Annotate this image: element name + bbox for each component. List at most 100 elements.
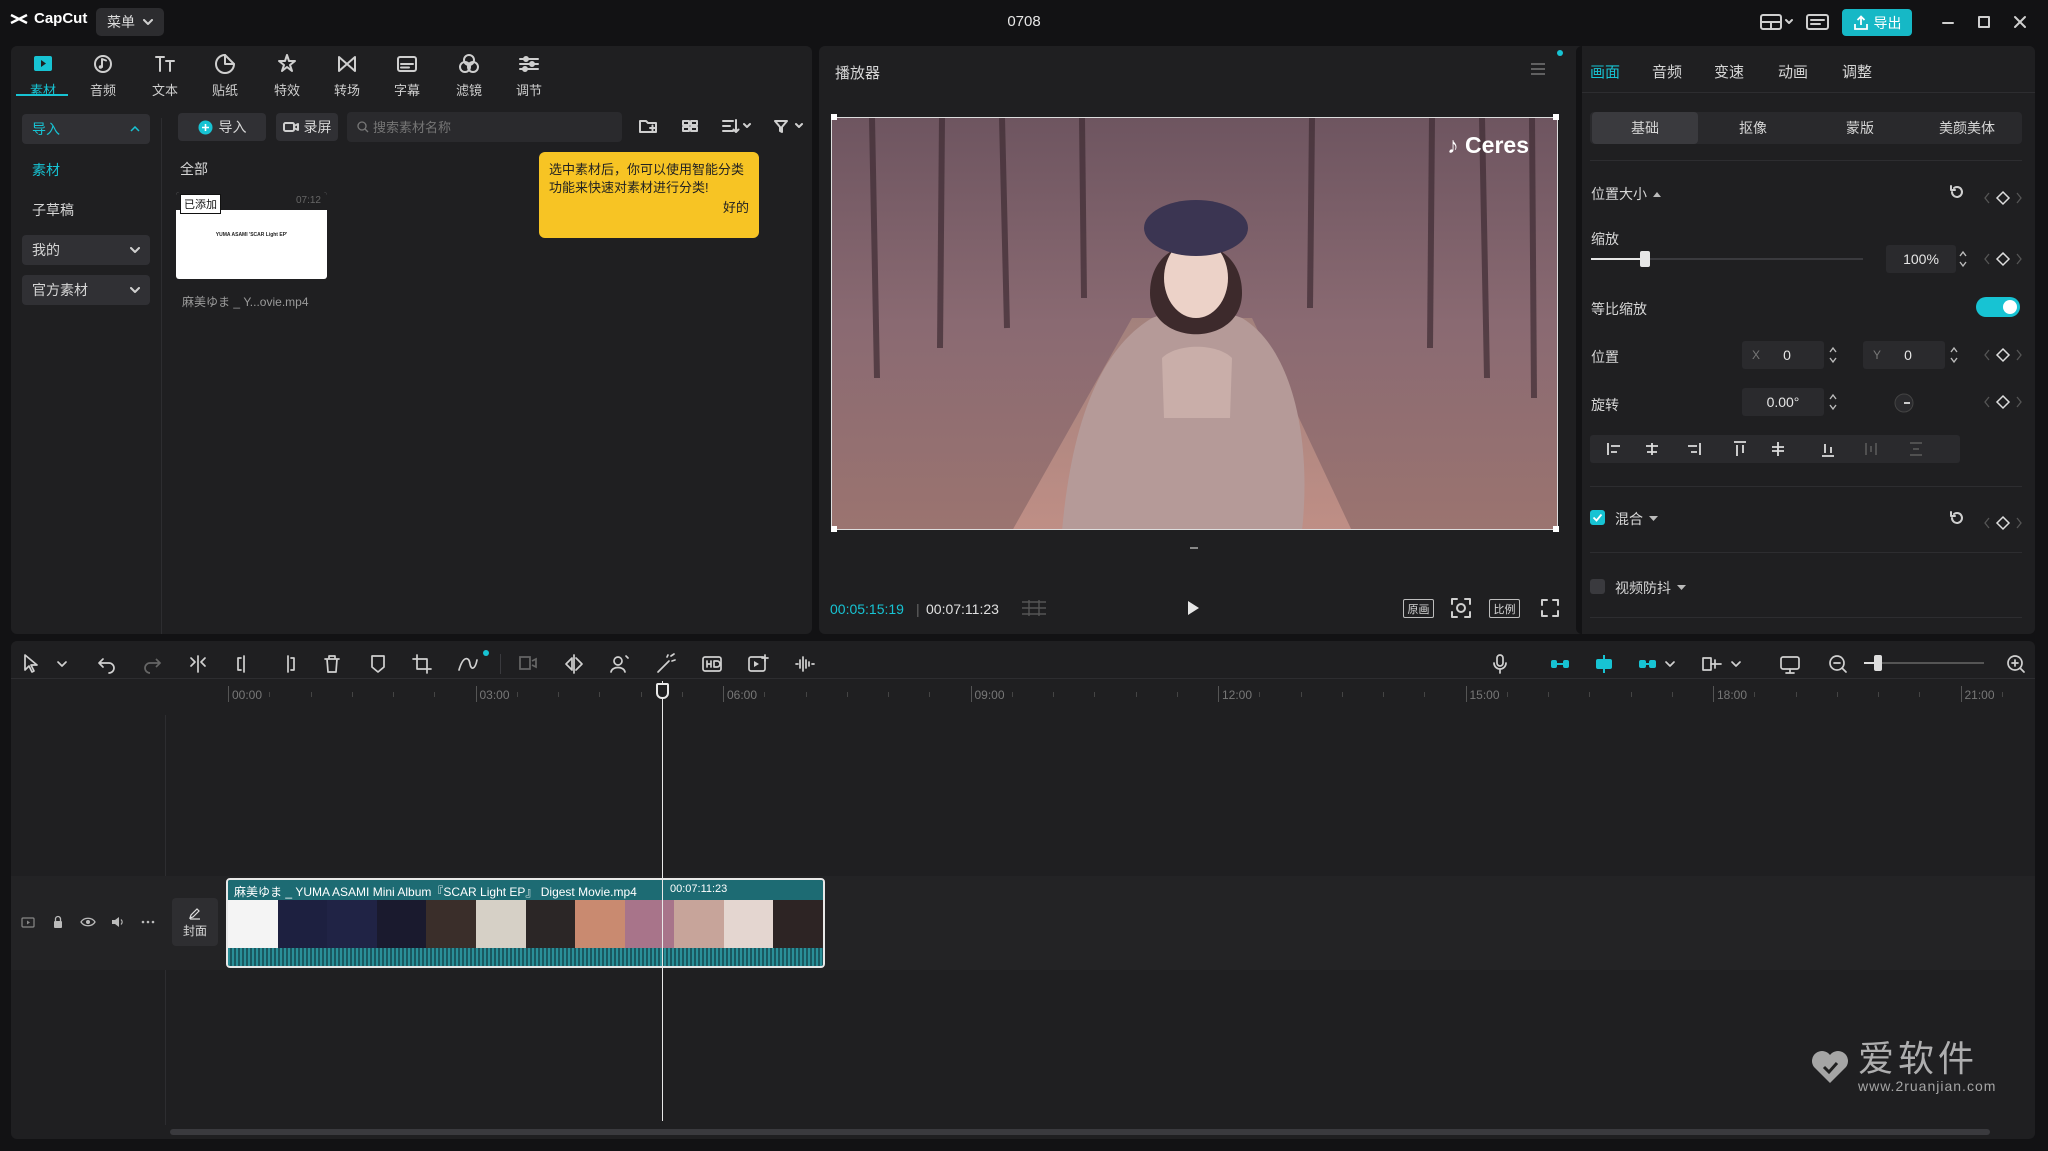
filter-sort-icon[interactable]	[772, 116, 806, 136]
original-quality-button[interactable]: 原画	[1403, 599, 1434, 618]
crop-handle[interactable]	[1553, 114, 1559, 120]
search-input[interactable]	[373, 119, 603, 135]
reset-icon[interactable]	[1948, 183, 1966, 201]
crop-handle[interactable]	[831, 526, 837, 532]
hd-icon[interactable]	[700, 652, 724, 676]
magic-icon[interactable]	[654, 652, 678, 676]
search-box[interactable]	[347, 112, 622, 142]
subtab-retouch[interactable]: 美颜美体	[1914, 112, 2020, 144]
tooltip-ok-button[interactable]: 好的	[549, 199, 749, 217]
chevron-down-icon[interactable]	[1726, 652, 1750, 676]
video-clip[interactable]: 麻美ゆま _ YUMA ASAMI Mini Album『SCAR Light …	[226, 878, 825, 968]
sort-icon[interactable]	[720, 116, 754, 136]
position-y-field[interactable]: Y0	[1863, 341, 1945, 369]
sidebar-item-import[interactable]: 导入	[22, 114, 150, 144]
sidebar-item-subdraft[interactable]: 子草稿	[22, 195, 150, 225]
freeze-icon[interactable]	[516, 652, 540, 676]
uniform-scale-toggle[interactable]	[1976, 297, 2020, 317]
play-icon[interactable]	[1185, 599, 1201, 617]
speaker-icon[interactable]	[110, 914, 126, 930]
crop-icon[interactable]	[410, 652, 434, 676]
image-insert-icon[interactable]	[746, 652, 770, 676]
tab-media[interactable]: 素材	[17, 52, 69, 99]
subtab-basic[interactable]: 基础	[1592, 112, 1698, 144]
tab-effects[interactable]: 特效	[261, 52, 313, 99]
eye-icon[interactable]	[80, 914, 96, 930]
layout-icon[interactable]	[1760, 12, 1794, 32]
sidebar-item-official[interactable]: 官方素材	[22, 275, 150, 305]
stabilize-section[interactable]: 视频防抖	[1615, 578, 1686, 598]
keyframe-icon[interactable]	[1983, 392, 2023, 412]
aspect-ratio-button[interactable]: 比例	[1489, 599, 1520, 618]
zoom-in-icon[interactable]	[2004, 652, 2028, 676]
sidebar-item-media[interactable]: 素材	[22, 155, 150, 185]
keyframe-icon[interactable]	[1983, 513, 2023, 533]
subtab-mask[interactable]: 蒙版	[1807, 112, 1913, 144]
tab-audio[interactable]: 音频	[1652, 61, 1682, 82]
cutout-icon[interactable]	[608, 652, 632, 676]
grid-view-icon[interactable]	[680, 116, 700, 136]
tab-transition[interactable]: 转场	[321, 52, 373, 99]
position-size-section[interactable]: 位置大小	[1591, 184, 1661, 204]
drag-handle[interactable]	[1190, 547, 1198, 549]
playhead-handle[interactable]	[656, 683, 669, 699]
more-icon[interactable]	[140, 914, 156, 930]
reset-icon[interactable]	[1948, 509, 1966, 527]
zoom-slider-knob[interactable]	[1874, 655, 1882, 671]
crop-handle[interactable]	[831, 114, 837, 120]
stepper-icon[interactable]	[1826, 341, 1840, 369]
minimize-icon[interactable]	[1938, 12, 1958, 32]
delete-icon[interactable]	[320, 652, 344, 676]
position-x-field[interactable]: X0	[1742, 341, 1824, 369]
fullscreen-icon[interactable]	[1540, 598, 1560, 618]
tab-video[interactable]: 画面	[1590, 61, 1620, 82]
keyframe-icon[interactable]	[1983, 188, 2023, 208]
select-icon[interactable]	[20, 652, 44, 676]
tab-speed[interactable]: 变速	[1714, 61, 1744, 82]
player-menu-icon[interactable]	[1530, 62, 1546, 76]
maximize-icon[interactable]	[1974, 12, 1994, 32]
audio-split-icon[interactable]	[792, 652, 816, 676]
split-left-icon[interactable]	[232, 652, 256, 676]
tab-audio[interactable]: 音频	[77, 52, 129, 99]
tab-text[interactable]: 文本	[139, 52, 191, 99]
preview-screen-icon[interactable]	[1778, 652, 1802, 676]
sidebar-item-mine[interactable]: 我的	[22, 235, 150, 265]
stepper-icon[interactable]	[1826, 388, 1840, 416]
video-preview[interactable]: ♪ Ceres	[831, 117, 1558, 530]
mirror-icon[interactable]	[562, 652, 586, 676]
zoom-slider[interactable]	[1864, 662, 1984, 664]
tab-captions[interactable]: 字幕	[381, 52, 433, 99]
tab-sticker[interactable]: 贴纸	[199, 52, 251, 99]
close-icon[interactable]	[2010, 12, 2030, 32]
rotate-dial-icon[interactable]	[1893, 392, 1915, 414]
rotate-value-field[interactable]: 0.00°	[1742, 388, 1824, 416]
scale-value-field[interactable]: 100%	[1886, 245, 1956, 273]
timeline-grid-icon[interactable]	[1020, 598, 1048, 618]
shortcut-icon[interactable]	[1806, 12, 1830, 32]
keyframe-icon[interactable]	[1983, 249, 2023, 269]
timeline-scrollbar[interactable]	[170, 1129, 1990, 1135]
split-icon[interactable]	[186, 652, 210, 676]
folder-icon[interactable]	[638, 116, 658, 136]
speed-curve-icon[interactable]	[456, 652, 480, 676]
marker-icon[interactable]	[366, 652, 390, 676]
scale-slider-knob[interactable]	[1640, 251, 1651, 267]
lock-icon[interactable]	[50, 914, 66, 930]
track-link-icon[interactable]	[1700, 652, 1724, 676]
cover-button[interactable]: 封面	[172, 898, 218, 946]
zoom-out-icon[interactable]	[1826, 652, 1850, 676]
tab-animation[interactable]: 动画	[1778, 61, 1808, 82]
crop-handle[interactable]	[1553, 526, 1559, 532]
track-view-icon[interactable]	[20, 914, 36, 930]
screenshot-icon[interactable]	[1450, 597, 1472, 619]
tab-filter[interactable]: 滤镜	[443, 52, 495, 99]
media-clip-thumbnail[interactable]: 已添加 07:12 YUMA ASAMI 'SCAR Light EP'	[176, 192, 327, 279]
redo-icon[interactable]	[140, 652, 164, 676]
stepper-icon[interactable]	[1956, 245, 1970, 273]
microphone-icon[interactable]	[1488, 652, 1512, 676]
export-button[interactable]: 导出	[1842, 9, 1912, 36]
blend-checkbox[interactable]	[1590, 510, 1605, 525]
tab-adjust[interactable]: 调整	[1842, 61, 1872, 82]
chevron-down-icon[interactable]	[52, 652, 76, 676]
